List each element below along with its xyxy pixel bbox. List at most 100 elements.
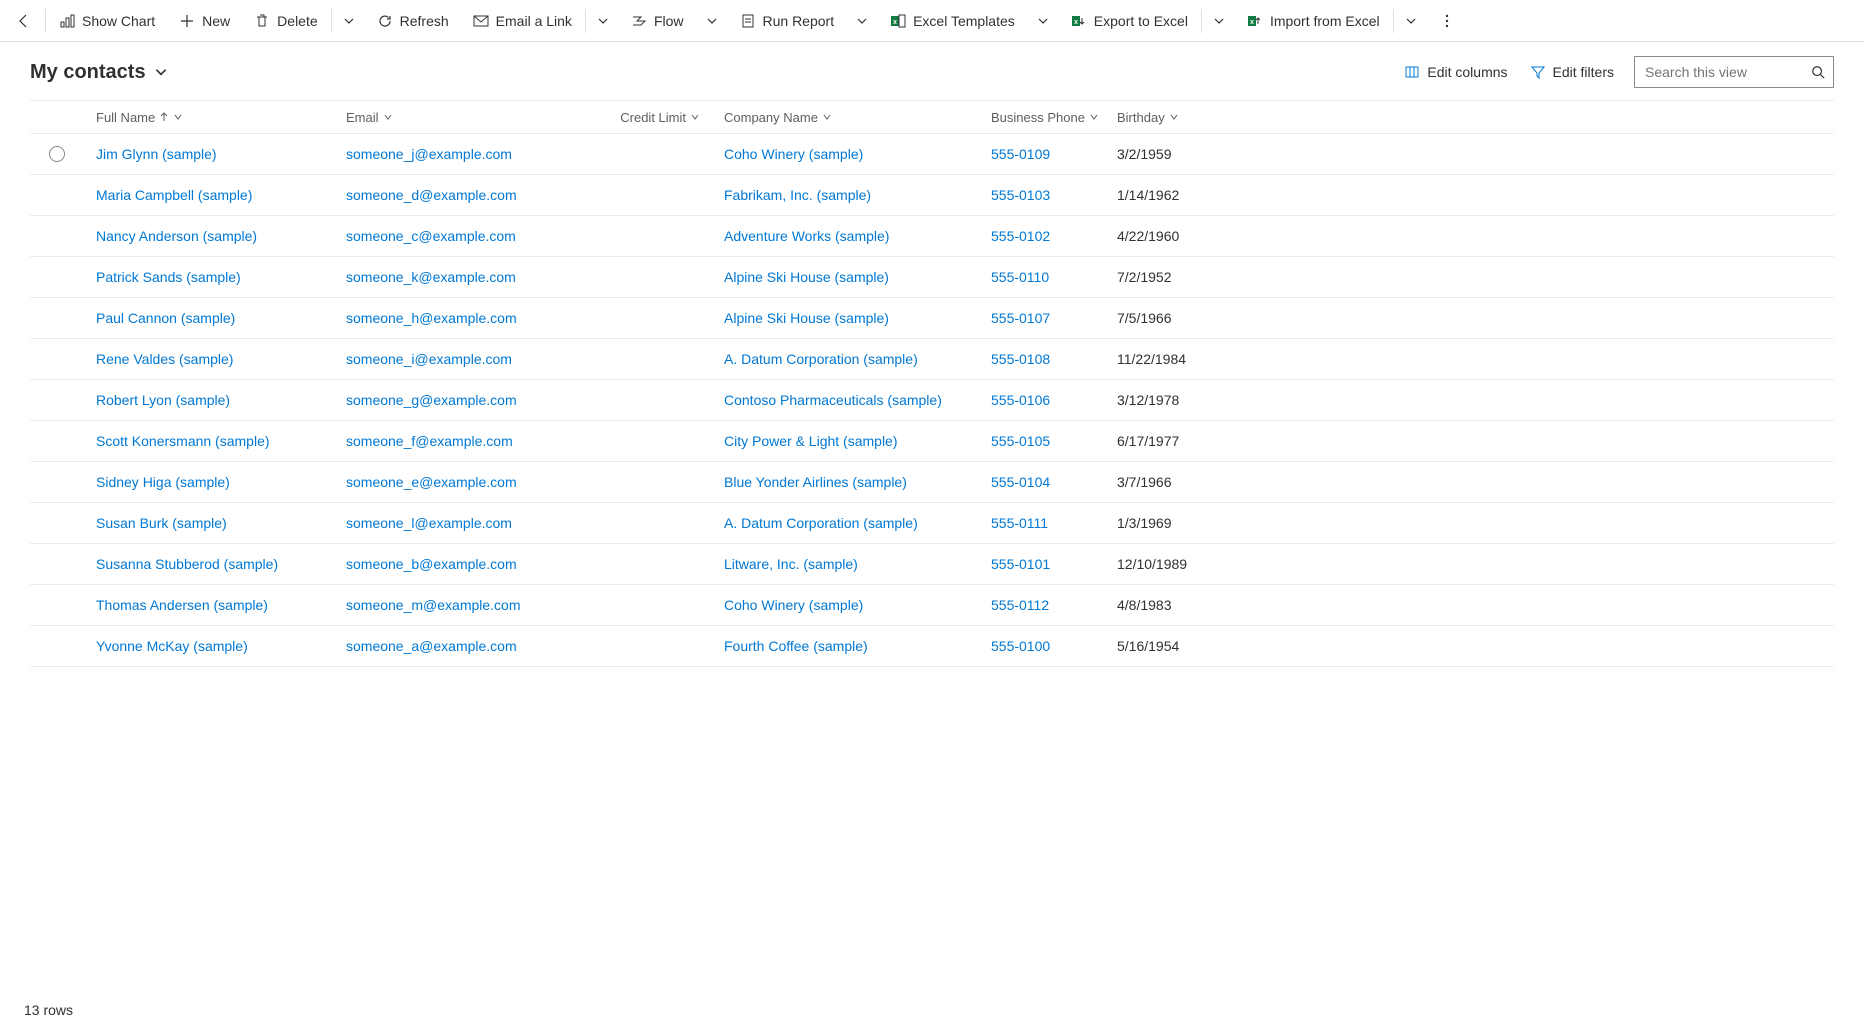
new-button[interactable]: New: [167, 0, 242, 42]
table-row[interactable]: Patrick Sands (sample) someone_k@example.…: [30, 257, 1834, 298]
table-row[interactable]: Sidney Higa (sample) someone_e@example.co…: [30, 462, 1834, 503]
fullname-link[interactable]: Thomas Andersen (sample): [96, 597, 268, 613]
delete-dropdown[interactable]: [333, 0, 365, 42]
email-link[interactable]: someone_b@example.com: [346, 556, 517, 572]
email-link[interactable]: someone_k@example.com: [346, 269, 516, 285]
fullname-link[interactable]: Paul Cannon (sample): [96, 310, 235, 326]
company-link[interactable]: Contoso Pharmaceuticals (sample): [724, 392, 942, 408]
phone-link[interactable]: 555-0109: [991, 146, 1050, 162]
company-link[interactable]: Fourth Coffee (sample): [724, 638, 868, 654]
email-link[interactable]: someone_g@example.com: [346, 392, 517, 408]
table-row[interactable]: Susan Burk (sample) someone_l@example.com…: [30, 503, 1834, 544]
refresh-button[interactable]: Refresh: [365, 0, 461, 42]
table-row[interactable]: Paul Cannon (sample) someone_h@example.co…: [30, 298, 1834, 339]
edit-columns-button[interactable]: Edit columns: [1402, 60, 1509, 84]
company-link[interactable]: Litware, Inc. (sample): [724, 556, 858, 572]
fullname-link[interactable]: Patrick Sands (sample): [96, 269, 241, 285]
export-excel-dropdown[interactable]: [1203, 0, 1235, 42]
view-selector[interactable]: My contacts: [30, 61, 168, 84]
fullname-link[interactable]: Rene Valdes (sample): [96, 351, 233, 367]
phone-link[interactable]: 555-0105: [991, 433, 1050, 449]
column-header-email[interactable]: Email: [346, 110, 562, 125]
column-header-phone[interactable]: Business Phone: [991, 110, 1105, 125]
table-row[interactable]: Rene Valdes (sample) someone_i@example.co…: [30, 339, 1834, 380]
email-link[interactable]: someone_i@example.com: [346, 351, 512, 367]
column-header-birthday[interactable]: Birthday: [1117, 110, 1265, 125]
table-row[interactable]: Jim Glynn (sample) someone_j@example.com C…: [30, 134, 1834, 175]
company-link[interactable]: A. Datum Corporation (sample): [724, 351, 918, 367]
email-link[interactable]: someone_a@example.com: [346, 638, 517, 654]
column-header-creditlimit[interactable]: Credit Limit: [574, 110, 700, 125]
phone-link[interactable]: 555-0101: [991, 556, 1050, 572]
phone-link[interactable]: 555-0100: [991, 638, 1050, 654]
phone-link[interactable]: 555-0111: [991, 515, 1048, 531]
table-row[interactable]: Nancy Anderson (sample) someone_c@example…: [30, 216, 1834, 257]
company-link[interactable]: A. Datum Corporation (sample): [724, 515, 918, 531]
email-link[interactable]: someone_d@example.com: [346, 187, 517, 203]
email-link[interactable]: someone_f@example.com: [346, 433, 513, 449]
fullname-link[interactable]: Jim Glynn (sample): [96, 146, 217, 162]
company-link[interactable]: City Power & Light (sample): [724, 433, 898, 449]
table-row[interactable]: Yvonne McKay (sample) someone_a@example.c…: [30, 626, 1834, 667]
column-header-company[interactable]: Company Name: [724, 110, 979, 125]
excel-templates-dropdown[interactable]: [1027, 0, 1059, 42]
company-link[interactable]: Alpine Ski House (sample): [724, 310, 889, 326]
back-button[interactable]: [4, 0, 44, 42]
excel-templates-button[interactable]: x Excel Templates: [878, 0, 1027, 42]
row-select-checkbox[interactable]: [49, 146, 65, 162]
fullname-link[interactable]: Susan Burk (sample): [96, 515, 227, 531]
fullname-link[interactable]: Maria Campbell (sample): [96, 187, 252, 203]
search-button[interactable]: [1807, 61, 1829, 83]
edit-filters-label: Edit filters: [1553, 64, 1614, 80]
phone-link[interactable]: 555-0110: [991, 269, 1049, 285]
flow-button[interactable]: Flow: [619, 0, 696, 42]
phone-link[interactable]: 555-0106: [991, 392, 1050, 408]
email-link-button[interactable]: Email a Link: [461, 0, 584, 42]
flow-dropdown[interactable]: [696, 0, 728, 42]
phone-link[interactable]: 555-0103: [991, 187, 1050, 203]
show-chart-button[interactable]: Show Chart: [47, 0, 167, 42]
fullname-link[interactable]: Robert Lyon (sample): [96, 392, 230, 408]
arrow-left-icon: [16, 13, 32, 29]
email-link[interactable]: someone_j@example.com: [346, 146, 512, 162]
import-excel-button[interactable]: x Import from Excel: [1235, 0, 1392, 42]
table-row[interactable]: Thomas Andersen (sample) someone_m@exampl…: [30, 585, 1834, 626]
import-excel-dropdown[interactable]: [1395, 0, 1427, 42]
phone-link[interactable]: 555-0108: [991, 351, 1050, 367]
table-row[interactable]: Susanna Stubberod (sample) someone_b@exam…: [30, 544, 1834, 585]
table-row[interactable]: Maria Campbell (sample) someone_d@example…: [30, 175, 1834, 216]
more-commands-button[interactable]: [1427, 0, 1467, 42]
company-link[interactable]: Coho Winery (sample): [724, 597, 863, 613]
company-link[interactable]: Adventure Works (sample): [724, 228, 889, 244]
phone-link[interactable]: 555-0104: [991, 474, 1050, 490]
fullname-link[interactable]: Susanna Stubberod (sample): [96, 556, 278, 572]
email-link[interactable]: someone_m@example.com: [346, 597, 521, 613]
fullname-link[interactable]: Nancy Anderson (sample): [96, 228, 257, 244]
email-link[interactable]: someone_e@example.com: [346, 474, 517, 490]
email-link[interactable]: someone_c@example.com: [346, 228, 516, 244]
search-input[interactable]: [1635, 58, 1833, 86]
company-link[interactable]: Coho Winery (sample): [724, 146, 863, 162]
phone-link[interactable]: 555-0107: [991, 310, 1050, 326]
email-link[interactable]: someone_h@example.com: [346, 310, 517, 326]
phone-link[interactable]: 555-0102: [991, 228, 1050, 244]
email-link[interactable]: someone_l@example.com: [346, 515, 512, 531]
company-link[interactable]: Alpine Ski House (sample): [724, 269, 889, 285]
fullname-link[interactable]: Sidney Higa (sample): [96, 474, 230, 490]
delete-button[interactable]: Delete: [242, 0, 329, 42]
export-excel-button[interactable]: x Export to Excel: [1059, 0, 1200, 42]
phone-link[interactable]: 555-0112: [991, 597, 1049, 613]
table-row[interactable]: Robert Lyon (sample) someone_g@example.co…: [30, 380, 1834, 421]
column-label: Business Phone: [991, 110, 1085, 125]
columns-icon: [1404, 64, 1420, 80]
fullname-link[interactable]: Scott Konersmann (sample): [96, 433, 270, 449]
company-link[interactable]: Fabrikam, Inc. (sample): [724, 187, 871, 203]
edit-filters-button[interactable]: Edit filters: [1528, 60, 1616, 84]
company-link[interactable]: Blue Yonder Airlines (sample): [724, 474, 907, 490]
column-header-fullname[interactable]: Full Name: [96, 110, 334, 125]
table-row[interactable]: Scott Konersmann (sample) someone_f@examp…: [30, 421, 1834, 462]
fullname-link[interactable]: Yvonne McKay (sample): [96, 638, 248, 654]
email-link-dropdown[interactable]: [587, 0, 619, 42]
run-report-button[interactable]: Run Report: [728, 0, 847, 42]
run-report-dropdown[interactable]: [846, 0, 878, 42]
